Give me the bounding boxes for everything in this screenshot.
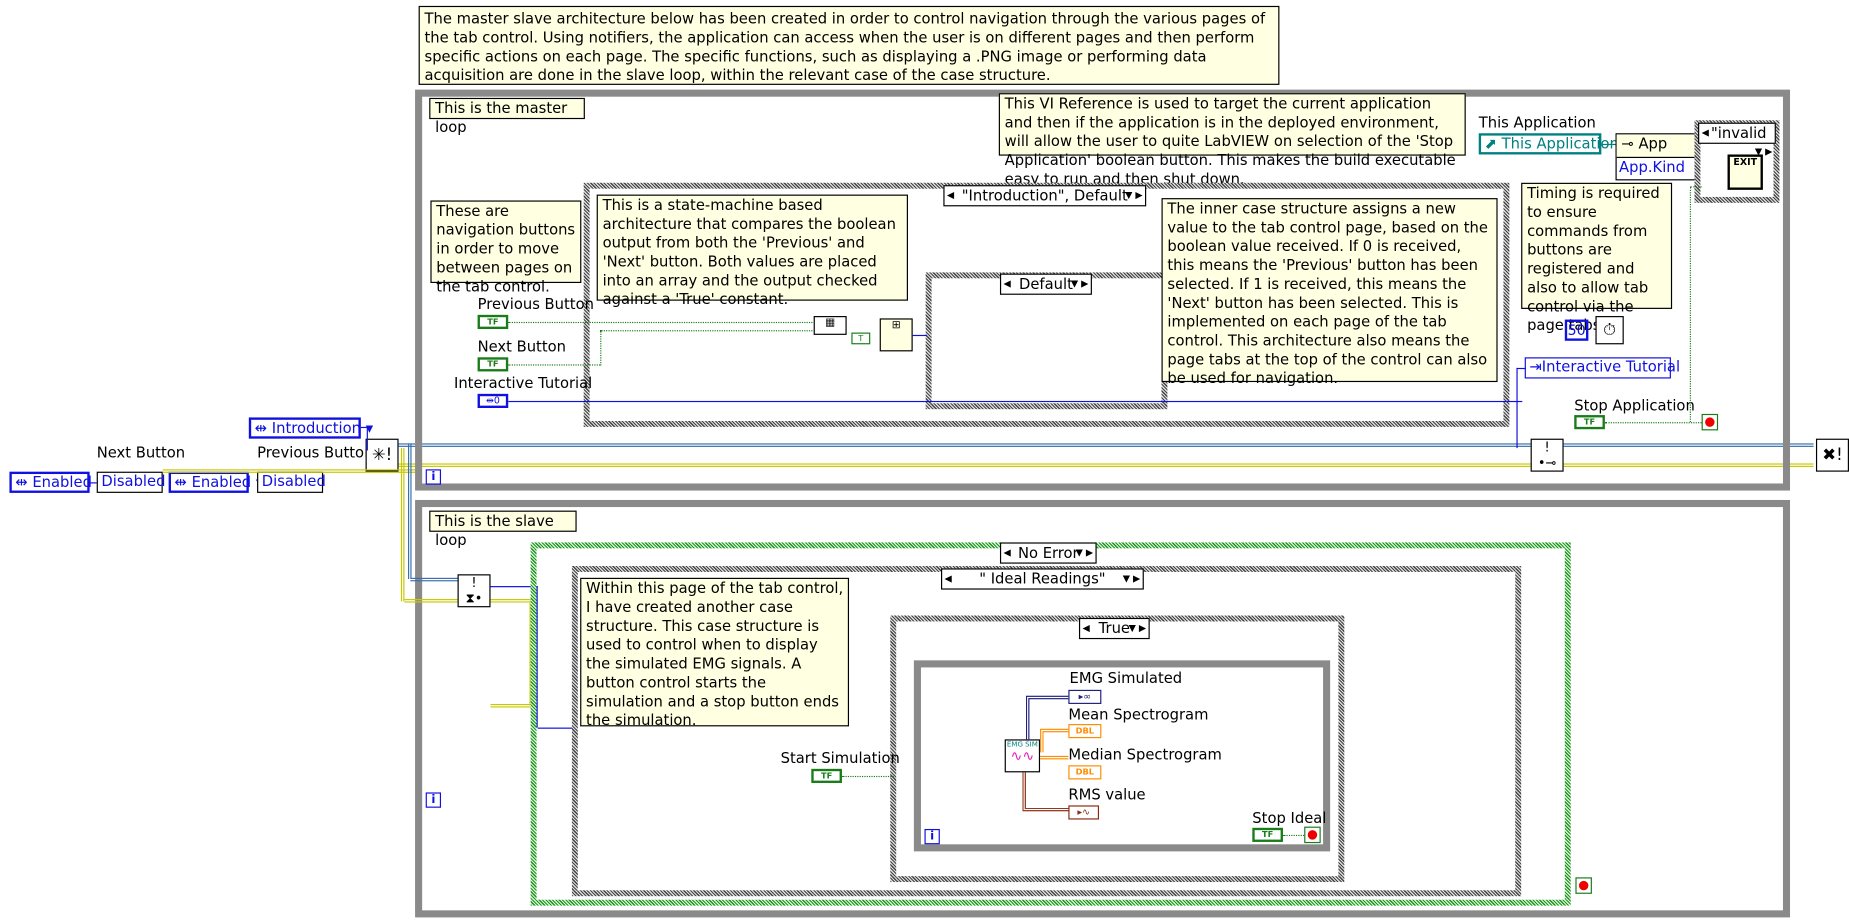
architecture-comment: The master slave architecture below has …: [418, 5, 1280, 85]
error-wire: [162, 469, 420, 473]
master-iteration-terminal: i: [425, 469, 442, 485]
index-wire: [912, 334, 927, 337]
this-application-constant[interactable]: ⬈ This Application: [1478, 133, 1619, 155]
dbl-wire: [1040, 728, 1069, 753]
emg-simulated-label: EMG Simulated: [1069, 668, 1183, 687]
tab-control-terminal-icon[interactable]: ⇹0: [477, 393, 509, 409]
rms-value-label: RMS value: [1068, 785, 1146, 804]
simulation-case-selector[interactable]: True: [1078, 617, 1150, 640]
introduction-enum-constant[interactable]: ⇹ Introduction ▾: [248, 417, 373, 439]
wire: [89, 482, 97, 484]
rms-wire: [1022, 772, 1070, 812]
app-case-selector[interactable]: "invalid: [1698, 122, 1776, 162]
error-case-selector[interactable]: No Error: [999, 542, 1097, 564]
start-simulation-label: Start Simulation: [780, 748, 900, 767]
bool-wire: [600, 330, 815, 366]
inner-case-selector[interactable]: Default: [999, 273, 1092, 295]
build-array-icon[interactable]: ▦: [813, 316, 847, 335]
mean-spectrogram-terminal[interactable]: DBL: [1068, 724, 1102, 739]
refnum-wire-down: [408, 443, 415, 579]
value: Enabled: [191, 472, 252, 491]
bool-wire: [508, 321, 815, 324]
this-application-label: This Application: [1478, 113, 1596, 131]
timing-comment: Timing is required to ensure commands fr…: [1521, 182, 1673, 334]
value: Interactive Tutorial: [1541, 357, 1681, 375]
previous-button-property-label: Previous Button: [257, 443, 374, 462]
stop-ideal-terminal[interactable]: TF: [1252, 827, 1283, 842]
true-constant[interactable]: T: [851, 332, 871, 345]
start-simulation-terminal[interactable]: TF: [811, 768, 842, 783]
vi-reference-comment: This VI Reference is used to target the …: [998, 93, 1466, 187]
previous-button-disabled-node[interactable]: Disabled: [257, 471, 326, 493]
stop-application-label: Stop Application: [1574, 396, 1695, 414]
enum-wire: [360, 426, 368, 451]
slave-iteration-terminal: i: [425, 792, 442, 808]
median-spectrogram-label: Median Spectrogram: [1068, 745, 1222, 763]
quit-labview-exit-icon[interactable]: EXIT: [1727, 154, 1763, 190]
simulation-loop-stop-terminal[interactable]: [1304, 826, 1321, 844]
next-button-property-label: Next Button: [96, 443, 186, 462]
wait-clock-icon[interactable]: ⏱: [1595, 316, 1624, 345]
next-button-label: Next Button: [477, 337, 566, 355]
state-machine-comment: This is a state-machine based architectu…: [596, 194, 908, 308]
next-button-disabled-node[interactable]: Disabled: [96, 471, 165, 493]
mean-spectrogram-label: Mean Spectrogram: [1068, 705, 1209, 723]
interactive-tutorial-label: Interactive Tutorial: [453, 373, 593, 392]
bool-wire: [508, 364, 601, 366]
page-comment: Within this page of the tab control, I h…: [580, 577, 850, 729]
inner-case-comment: The inner case structure assigns a new v…: [1161, 198, 1498, 387]
error-wire: [490, 599, 533, 708]
refnum-wire: [1601, 143, 1616, 146]
wait-on-notification-icon[interactable]: ! ⧗•: [457, 574, 491, 608]
interactive-tutorial-indicator[interactable]: ⇥Interactive Tutorial: [1524, 357, 1680, 379]
property-node-app-kind[interactable]: ⊸ App App.Kind: [1615, 133, 1696, 181]
bool-wire: [1689, 186, 1702, 423]
bool-wire: [1604, 422, 1702, 424]
waveform-glyph: ∿∿: [1010, 747, 1035, 765]
value: App: [1638, 134, 1668, 153]
next-button-terminal[interactable]: TF: [477, 357, 509, 372]
dbl-wire: [1040, 755, 1069, 773]
value: Enabled: [32, 472, 92, 491]
refnum-wire: [410, 577, 458, 582]
bool-wire: [1282, 834, 1305, 837]
emg-simulator-subvi-icon[interactable]: EMG SIM ∿∿: [1004, 739, 1041, 773]
app-kind-property[interactable]: App.Kind: [1617, 158, 1695, 176]
bool-wire: [841, 775, 894, 778]
median-spectrogram-terminal[interactable]: DBL: [1068, 765, 1102, 780]
search-array-icon[interactable]: ⊞: [879, 318, 913, 352]
stop-ideal-label: Stop Ideal: [1252, 808, 1327, 827]
page-case-selector[interactable]: " Ideal Readings": [941, 568, 1144, 590]
stop-application-terminal[interactable]: TF: [1574, 415, 1605, 430]
enum-wire: [1516, 367, 1526, 449]
error-wire: [404, 599, 458, 603]
emg-simulated-terminal[interactable]: ▸∞: [1068, 689, 1102, 704]
obtain-notifier-icon[interactable]: ✳!: [365, 438, 399, 472]
release-notifier-icon[interactable]: ✖!: [1815, 438, 1849, 472]
master-loop-label: This is the master loop: [429, 97, 585, 136]
previous-button-label: Previous Button: [477, 294, 594, 313]
enum-wire: [508, 400, 1523, 403]
slave-loop-label: This is the slave loop: [429, 510, 577, 548]
enabled-constant-1[interactable]: ⇹ Enabled ▾: [9, 471, 104, 493]
simulation-iteration-terminal: i: [924, 828, 940, 845]
master-loop-stop-terminal[interactable]: [1701, 413, 1719, 431]
rms-value-terminal[interactable]: ▸∿: [1068, 805, 1100, 820]
outer-case-selector[interactable]: "Introduction", Default: [943, 185, 1147, 207]
enabled-constant-2[interactable]: ⇹ Enabled ▾: [168, 471, 263, 493]
wait-ms-constant[interactable]: 50: [1564, 319, 1589, 341]
property-node-header: ⊸ App: [1616, 134, 1695, 159]
navigation-comment: These are navigation buttons in order to…: [430, 200, 582, 295]
value: Introduction: [271, 418, 362, 437]
send-notification-icon[interactable]: ! •⊸: [1530, 438, 1564, 472]
slave-loop-stop-terminal[interactable]: [1575, 877, 1592, 894]
previous-button-terminal[interactable]: TF: [477, 314, 509, 329]
